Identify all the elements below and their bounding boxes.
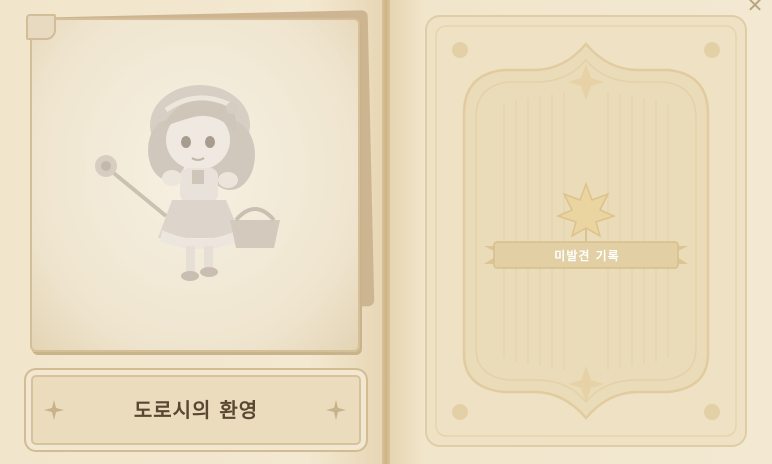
character-name-plaque: 도로시의 환영 (24, 368, 368, 452)
close-icon: ✕ (746, 0, 764, 17)
character-name: 도로시의 환영 (133, 398, 259, 422)
book-panel: 도로시의 환영 ✕ 미발견 기록 (0, 0, 772, 464)
page-corner-fold (26, 14, 56, 40)
book-spine (382, 0, 390, 464)
undiscovered-record-card[interactable] (424, 14, 748, 448)
sparkle-icon (326, 400, 346, 420)
undiscovered-record-label: 미발견 기록 (554, 249, 620, 263)
character-portrait-icon (95, 85, 280, 281)
